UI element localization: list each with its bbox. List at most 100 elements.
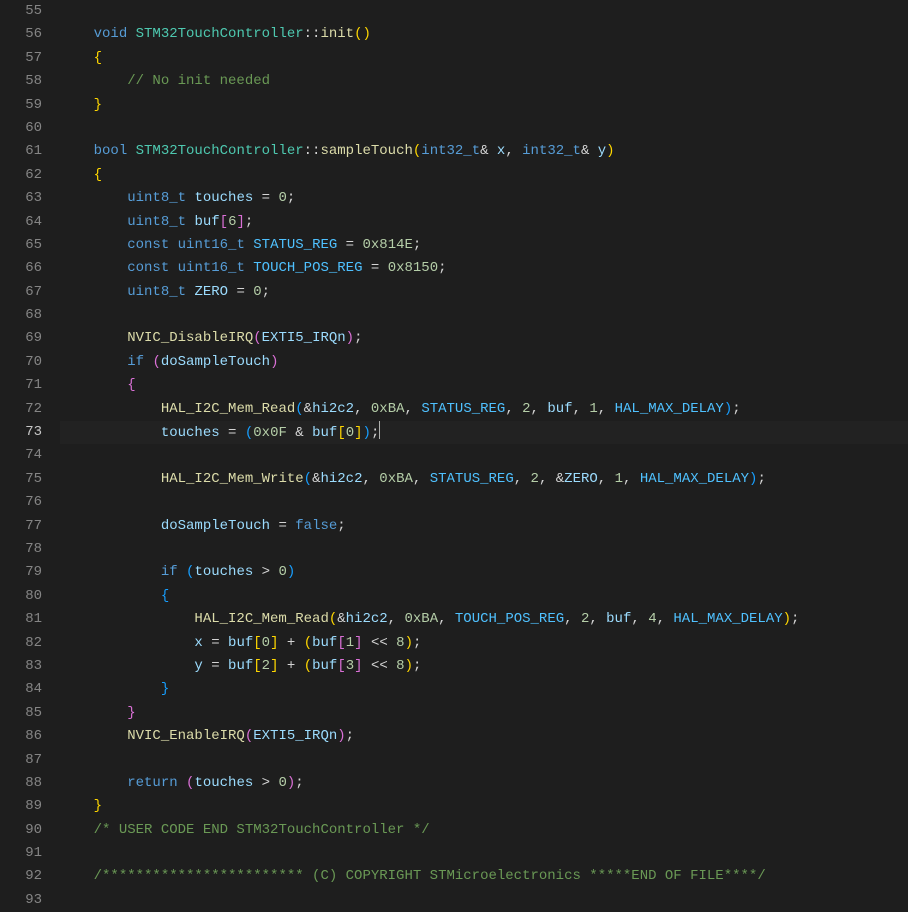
code-token: = — [270, 518, 295, 534]
code-line[interactable] — [60, 749, 908, 772]
line-number: 75 — [0, 468, 42, 491]
code-token: touches — [194, 775, 253, 791]
code-token: 0x0F — [253, 425, 287, 441]
code-line[interactable]: HAL_I2C_Mem_Read(&hi2c2, 0xBA, TOUCH_POS… — [60, 608, 908, 631]
code-line[interactable]: uint8_t touches = 0; — [60, 187, 908, 210]
code-token — [60, 190, 127, 206]
code-line[interactable]: doSampleTouch = false; — [60, 515, 908, 538]
code-token: HAL_I2C_Mem_Write — [161, 471, 304, 487]
code-token: if — [161, 564, 178, 580]
code-token: buf — [228, 658, 253, 674]
code-line[interactable] — [60, 842, 908, 865]
code-line[interactable]: } — [60, 94, 908, 117]
code-line[interactable]: bool STM32TouchController::sampleTouch(i… — [60, 140, 908, 163]
code-line[interactable]: NVIC_DisableIRQ(EXTI5_IRQn); — [60, 327, 908, 350]
code-token: ) — [287, 564, 295, 580]
code-line[interactable] — [60, 444, 908, 467]
code-line[interactable]: // No init needed — [60, 70, 908, 93]
code-line[interactable]: const uint16_t STATUS_REG = 0x814E; — [60, 234, 908, 257]
code-token: doSampleTouch — [161, 354, 270, 370]
line-number: 89 — [0, 795, 42, 818]
code-token: void — [94, 26, 128, 42]
code-line[interactable]: x = buf[0] + (buf[1] << 8); — [60, 632, 908, 655]
line-number: 80 — [0, 585, 42, 608]
code-line[interactable]: /* USER CODE END STM32TouchController */ — [60, 819, 908, 842]
code-token: ] — [354, 425, 362, 441]
code-line[interactable]: y = buf[2] + (buf[3] << 8); — [60, 655, 908, 678]
code-line[interactable]: /************************ (C) COPYRIGHT … — [60, 865, 908, 888]
code-token: & — [556, 471, 564, 487]
code-token: , — [623, 471, 640, 487]
code-token: STM32TouchController — [136, 26, 304, 42]
code-line[interactable] — [60, 491, 908, 514]
code-token: HAL_MAX_DELAY — [640, 471, 749, 487]
line-number: 83 — [0, 655, 42, 678]
code-line[interactable]: return (touches > 0); — [60, 772, 908, 795]
code-token: hi2c2 — [346, 611, 388, 627]
code-token: , — [531, 401, 548, 417]
code-line[interactable]: if (doSampleTouch) — [60, 351, 908, 374]
code-line[interactable]: const uint16_t TOUCH_POS_REG = 0x8150; — [60, 257, 908, 280]
code-token — [60, 50, 94, 66]
code-token: { — [94, 50, 102, 66]
code-token: [ — [337, 658, 345, 674]
code-token — [60, 728, 127, 744]
code-line[interactable]: uint8_t ZERO = 0; — [60, 281, 908, 304]
code-token: , — [438, 611, 455, 627]
code-token — [60, 705, 127, 721]
code-token: > — [253, 775, 278, 791]
code-line[interactable] — [60, 0, 908, 23]
line-number: 81 — [0, 608, 42, 631]
code-line[interactable]: { — [60, 585, 908, 608]
code-editor[interactable]: 5556575859606162636465666768697071727374… — [0, 0, 908, 890]
code-token: buf — [547, 401, 572, 417]
code-line[interactable]: { — [60, 47, 908, 70]
code-line[interactable]: } — [60, 678, 908, 701]
code-line[interactable]: void STM32TouchController::init() — [60, 23, 908, 46]
code-token: & — [304, 401, 312, 417]
code-line[interactable]: HAL_I2C_Mem_Write(&hi2c2, 0xBA, STATUS_R… — [60, 468, 908, 491]
code-token: ; — [287, 190, 295, 206]
code-line[interactable] — [60, 538, 908, 561]
code-line[interactable] — [60, 117, 908, 140]
code-token: int32_t — [421, 143, 480, 159]
code-line[interactable]: if (touches > 0) — [60, 561, 908, 584]
code-token: STATUS_REG — [430, 471, 514, 487]
code-token: ] — [354, 658, 362, 674]
text-cursor — [379, 421, 380, 439]
code-line[interactable]: } — [60, 795, 908, 818]
code-area[interactable]: void STM32TouchController::init() { // N… — [60, 0, 908, 890]
code-token: HAL_I2C_Mem_Read — [161, 401, 295, 417]
code-token: return — [127, 775, 177, 791]
code-token — [60, 775, 127, 791]
code-token: + — [278, 658, 303, 674]
code-token: HAL_MAX_DELAY — [615, 401, 724, 417]
code-token: ; — [245, 214, 253, 230]
code-line[interactable] — [60, 889, 908, 912]
line-number: 93 — [0, 889, 42, 912]
code-line[interactable] — [60, 304, 908, 327]
code-token: ( — [245, 728, 253, 744]
code-token: 2 — [522, 401, 530, 417]
code-token: TOUCH_POS_REG — [253, 260, 362, 276]
line-number-gutter: 5556575859606162636465666768697071727374… — [0, 0, 60, 890]
code-token: /************************ (C) COPYRIGHT … — [94, 868, 766, 884]
code-line[interactable]: { — [60, 164, 908, 187]
code-token: ) — [405, 635, 413, 651]
code-token: { — [161, 588, 169, 604]
code-line[interactable]: HAL_I2C_Mem_Read(&hi2c2, 0xBA, STATUS_RE… — [60, 398, 908, 421]
line-number: 64 — [0, 211, 42, 234]
code-token: 2 — [262, 658, 270, 674]
code-line[interactable]: uint8_t buf[6]; — [60, 211, 908, 234]
code-line[interactable]: { — [60, 374, 908, 397]
code-line[interactable]: } — [60, 702, 908, 725]
code-line[interactable]: NVIC_EnableIRQ(EXTI5_IRQn); — [60, 725, 908, 748]
code-line[interactable]: touches = (0x0F & buf[0]); — [60, 421, 908, 444]
code-token: = — [220, 425, 245, 441]
code-token — [60, 143, 94, 159]
code-token: , — [657, 611, 674, 627]
code-token: ) — [270, 354, 278, 370]
code-token — [169, 260, 177, 276]
code-token: const — [127, 237, 169, 253]
code-token: > — [253, 564, 278, 580]
